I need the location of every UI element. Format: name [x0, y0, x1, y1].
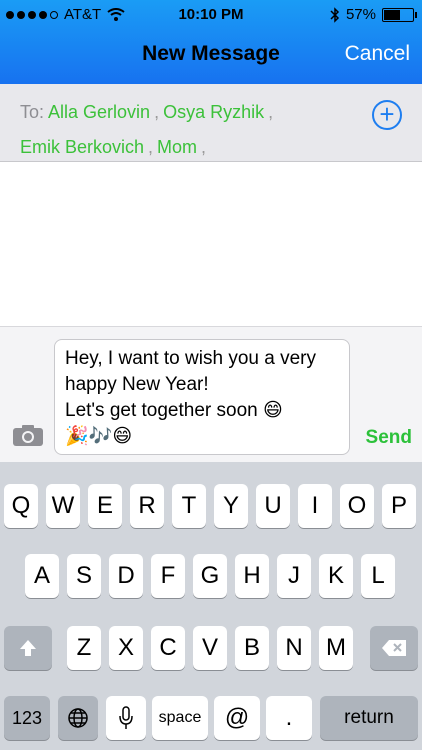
recipient-chip[interactable]: Osya Ryzhik	[163, 102, 264, 123]
keyboard: Q W E R T Y U I O P A S D F G H J K L Z …	[0, 462, 422, 750]
dictation-key[interactable]	[106, 696, 146, 740]
key-c[interactable]: C	[151, 626, 185, 670]
key-d[interactable]: D	[109, 554, 143, 598]
key-q[interactable]: Q	[4, 484, 38, 528]
key-v[interactable]: V	[193, 626, 227, 670]
globe-icon	[68, 708, 88, 728]
to-label: To:	[20, 102, 45, 122]
camera-icon[interactable]	[12, 423, 44, 447]
key-f[interactable]: F	[151, 554, 185, 598]
key-m[interactable]: M	[319, 626, 353, 670]
at-key[interactable]: @	[214, 696, 260, 740]
globe-key[interactable]	[58, 696, 98, 740]
recipient-chip[interactable]: Mom	[157, 137, 197, 158]
backspace-icon	[382, 640, 406, 656]
key-s[interactable]: S	[67, 554, 101, 598]
battery-icon	[382, 7, 417, 22]
period-key[interactable]: .	[266, 696, 312, 740]
recipient-separator: ,	[268, 102, 274, 122]
key-h[interactable]: H	[235, 554, 269, 598]
key-o[interactable]: O	[340, 484, 374, 528]
key-r[interactable]: R	[130, 484, 164, 528]
key-b[interactable]: B	[235, 626, 269, 670]
battery-percent: 57%	[345, 6, 376, 23]
recipients-field[interactable]: To: Alla Gerlovin, Osya Ryzhik, Emik Ber…	[0, 84, 422, 162]
header: AT&T 10:10 PM 57% New Message Cancel	[0, 0, 422, 84]
key-w[interactable]: W	[46, 484, 80, 528]
return-key[interactable]: return	[320, 696, 418, 740]
key-z[interactable]: Z	[67, 626, 101, 670]
key-j[interactable]: J	[277, 554, 311, 598]
recipient-chip[interactable]: Alla Gerlovin	[48, 102, 150, 123]
key-t[interactable]: T	[172, 484, 206, 528]
message-history	[0, 162, 422, 326]
send-button[interactable]: Send	[366, 427, 412, 449]
key-x[interactable]: X	[109, 626, 143, 670]
key-g[interactable]: G	[193, 554, 227, 598]
compose-bar: Hey, I want to wish you a very happy New…	[0, 326, 422, 462]
key-a[interactable]: A	[25, 554, 59, 598]
numbers-key[interactable]: 123	[4, 696, 50, 740]
shift-key[interactable]	[4, 626, 52, 670]
recipient-separator: ,	[154, 102, 160, 122]
recipient-chip[interactable]: Emik Berkovich	[20, 137, 144, 158]
backspace-key[interactable]	[370, 626, 418, 670]
key-k[interactable]: K	[319, 554, 353, 598]
status-bar: AT&T 10:10 PM 57%	[0, 0, 422, 30]
key-y[interactable]: Y	[214, 484, 248, 528]
space-key[interactable]: space	[152, 696, 208, 740]
bluetooth-icon	[330, 6, 340, 23]
add-contact-button[interactable]: +	[372, 100, 402, 130]
key-e[interactable]: E	[88, 484, 122, 528]
key-p[interactable]: P	[382, 484, 416, 528]
recipient-separator: ,	[148, 137, 154, 157]
key-u[interactable]: U	[256, 484, 290, 528]
cancel-button[interactable]: Cancel	[345, 42, 410, 66]
shift-arrow-icon	[20, 640, 36, 656]
key-n[interactable]: N	[277, 626, 311, 670]
message-input[interactable]: Hey, I want to wish you a very happy New…	[54, 339, 350, 455]
microphone-icon	[119, 706, 133, 729]
recipient-separator: ,	[201, 137, 207, 157]
key-l[interactable]: L	[361, 554, 395, 598]
key-i[interactable]: I	[298, 484, 332, 528]
